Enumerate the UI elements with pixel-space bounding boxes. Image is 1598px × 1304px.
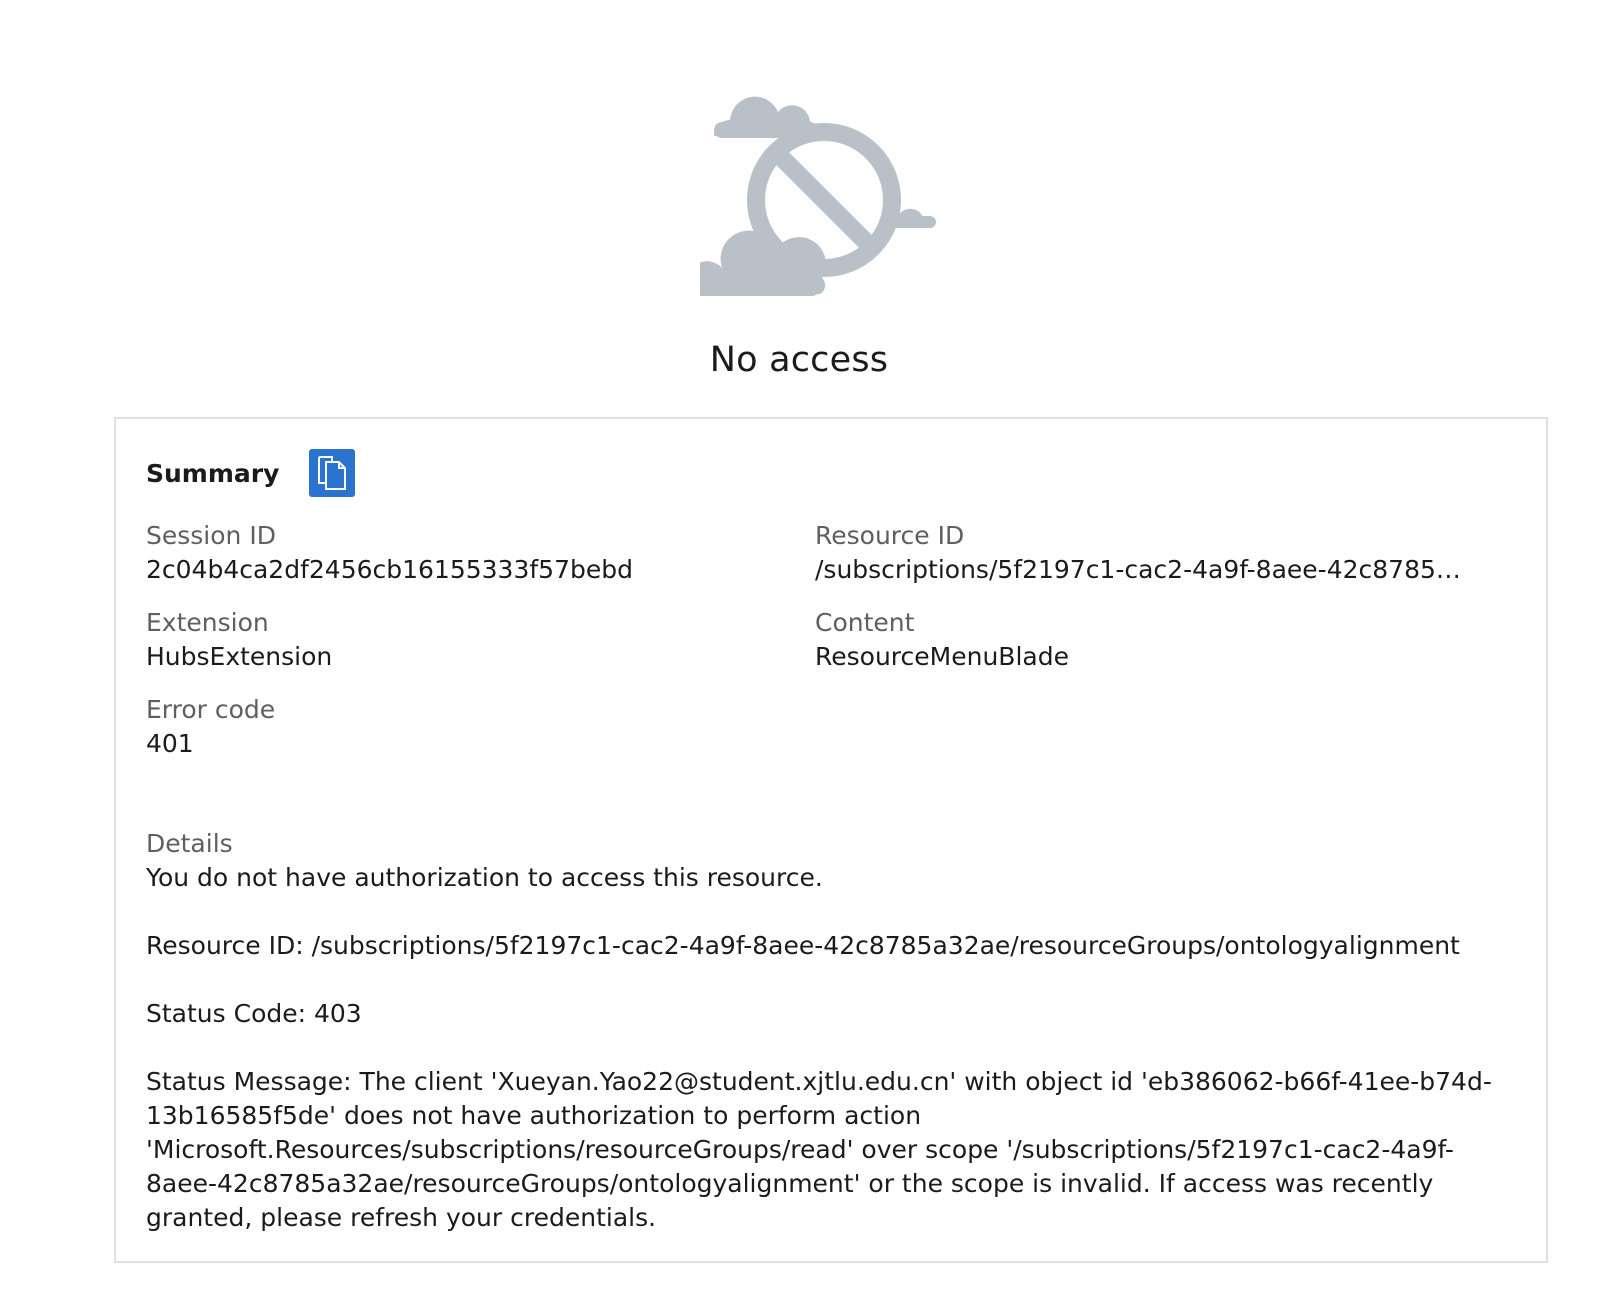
prohibited-icon [747, 123, 901, 277]
session-id-field: Session ID 2c04b4ca2df2456cb16155333f57b… [146, 519, 806, 587]
details-message: You do not have authorization to access … [146, 863, 823, 892]
resource-id-value: /subscriptions/5f2197c1-cac2-4a9f-8aee-4… [815, 555, 1475, 584]
error-code-label: Error code [146, 695, 276, 724]
extension-value: HubsExtension [146, 642, 333, 671]
extension-label: Extension [146, 608, 269, 637]
resource-id-label: Resource ID [815, 521, 965, 550]
content-label: Content [815, 608, 915, 637]
content-field: Content ResourceMenuBlade [815, 606, 1475, 674]
copy-icon [318, 456, 347, 490]
details-status-message: Status Message: The client 'Xueyan.Yao22… [146, 1067, 1492, 1232]
details-resource-id: Resource ID: /subscriptions/5f2197c1-cac… [146, 931, 1460, 960]
copy-button[interactable] [309, 449, 356, 497]
no-access-icon [687, 96, 936, 296]
error-code-field: Error code 401 [146, 693, 806, 761]
summary-header: Summary [146, 449, 356, 497]
summary-panel: Summary Session ID 2c04b4ca2df2456cb1615… [114, 417, 1548, 1263]
no-access-illustration [687, 80, 960, 310]
session-id-value: 2c04b4ca2df2456cb16155333f57bebd [146, 555, 633, 584]
details-section: Details You do not have authorization to… [146, 827, 1516, 1235]
summary-heading: Summary [146, 458, 280, 488]
details-status-code: Status Code: 403 [146, 999, 362, 1028]
cloud-icon [687, 230, 826, 296]
details-label: Details [146, 829, 233, 858]
extension-field: Extension HubsExtension [146, 606, 806, 674]
content-value: ResourceMenuBlade [815, 642, 1069, 671]
error-code-value: 401 [146, 729, 194, 758]
page-title: No access [709, 340, 889, 380]
resource-id-field: Resource ID /subscriptions/5f2197c1-cac2… [815, 519, 1475, 587]
session-id-label: Session ID [146, 521, 276, 550]
